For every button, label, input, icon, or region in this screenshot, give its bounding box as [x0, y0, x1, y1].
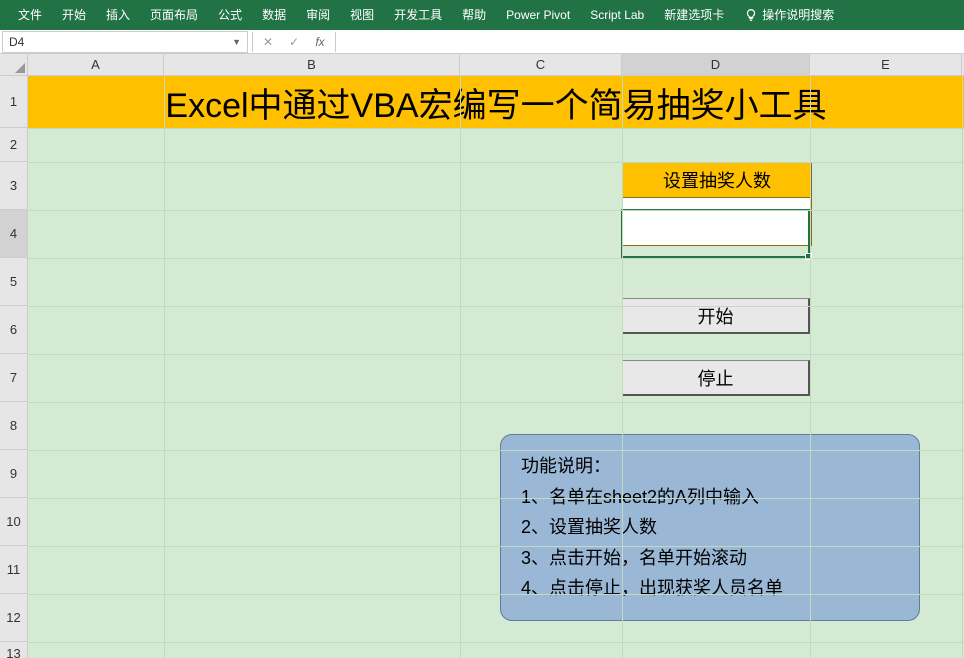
ribbon-tab[interactable]: 审阅 — [296, 0, 340, 30]
name-box-value: D4 — [9, 35, 24, 49]
ribbon-tab[interactable]: 数据 — [252, 0, 296, 30]
row-header[interactable]: 8 — [0, 402, 28, 450]
lottery-setting-header[interactable]: 设置抽奖人数 — [623, 163, 811, 197]
sheet-title[interactable]: Excel中通过VBA宏编写一个简易抽奖小工具 — [28, 76, 964, 128]
ribbon-tab[interactable]: 帮助 — [452, 0, 496, 30]
start-button[interactable]: 开始 — [622, 298, 810, 334]
ribbon-tab[interactable]: 页面布局 — [140, 0, 208, 30]
column-header[interactable]: C — [460, 54, 622, 76]
formula-bar: D4 ▼ ✕ ✓ fx — [0, 30, 964, 54]
ribbon: 文件开始插入页面布局公式数据审阅视图开发工具帮助Power PivotScrip… — [0, 0, 964, 30]
row-header[interactable]: 11 — [0, 546, 28, 594]
row-header[interactable]: 10 — [0, 498, 28, 546]
grid-container: ABCDEF 12345678910111213 Excel中通过VBA宏编写一… — [0, 54, 964, 658]
row-header[interactable]: 6 — [0, 306, 28, 354]
ribbon-tab[interactable]: 新建选项卡 — [654, 0, 734, 30]
column-header[interactable]: D — [622, 54, 810, 76]
lottery-setting-box: 设置抽奖人数 — [622, 162, 812, 246]
formula-input[interactable] — [338, 31, 964, 53]
tell-me-search[interactable]: 操作说明搜索 — [734, 0, 844, 30]
column-header[interactable]: A — [28, 54, 164, 76]
row-header[interactable]: 12 — [0, 594, 28, 642]
insert-function-button[interactable]: fx — [307, 31, 333, 53]
stop-button[interactable]: 停止 — [622, 360, 810, 396]
name-box[interactable]: D4 ▼ — [2, 31, 248, 53]
select-all-corner[interactable] — [0, 54, 28, 76]
ribbon-tab[interactable]: Script Lab — [580, 0, 654, 30]
instruction-line: 3、点击开始，名单开始滚动 — [521, 543, 899, 574]
cancel-formula-button[interactable]: ✕ — [255, 31, 281, 53]
row-headers: 12345678910111213 — [0, 76, 28, 658]
column-headers: ABCDEF — [28, 54, 964, 76]
ribbon-tab[interactable]: 开始 — [52, 0, 96, 30]
instruction-line: 2、设置抽奖人数 — [521, 512, 899, 543]
chevron-down-icon: ▼ — [232, 37, 241, 47]
row-header[interactable]: 13 — [0, 642, 28, 658]
ribbon-tab[interactable]: Power Pivot — [496, 0, 580, 30]
tell-me-label: 操作说明搜索 — [762, 0, 834, 30]
ribbon-tab[interactable]: 视图 — [340, 0, 384, 30]
row-header[interactable]: 5 — [0, 258, 28, 306]
row-header[interactable]: 3 — [0, 162, 28, 210]
confirm-formula-button[interactable]: ✓ — [281, 31, 307, 53]
row-header[interactable]: 1 — [0, 76, 28, 128]
row-header[interactable]: 4 — [0, 210, 28, 258]
instruction-line: 4、点击停止，出现获奖人员名单 — [521, 573, 899, 604]
column-header[interactable]: B — [164, 54, 460, 76]
instruction-title: 功能说明： — [521, 451, 899, 482]
instruction-line: 1、名单在sheet2的A列中输入 — [521, 482, 899, 513]
ribbon-tab[interactable]: 文件 — [8, 0, 52, 30]
ribbon-tab[interactable]: 开发工具 — [384, 0, 452, 30]
sheet-area[interactable]: Excel中通过VBA宏编写一个简易抽奖小工具 设置抽奖人数 开始 停止 功能说… — [28, 76, 964, 658]
row-header[interactable]: 2 — [0, 128, 28, 162]
row-header[interactable]: 7 — [0, 354, 28, 402]
ribbon-tab[interactable]: 公式 — [208, 0, 252, 30]
row-header[interactable]: 9 — [0, 450, 28, 498]
instruction-box: 功能说明： 1、名单在sheet2的A列中输入2、设置抽奖人数3、点击开始，名单… — [500, 434, 920, 621]
lottery-count-cell[interactable] — [623, 197, 811, 245]
ribbon-tab[interactable]: 插入 — [96, 0, 140, 30]
column-header[interactable]: E — [810, 54, 962, 76]
bulb-icon — [744, 8, 758, 22]
